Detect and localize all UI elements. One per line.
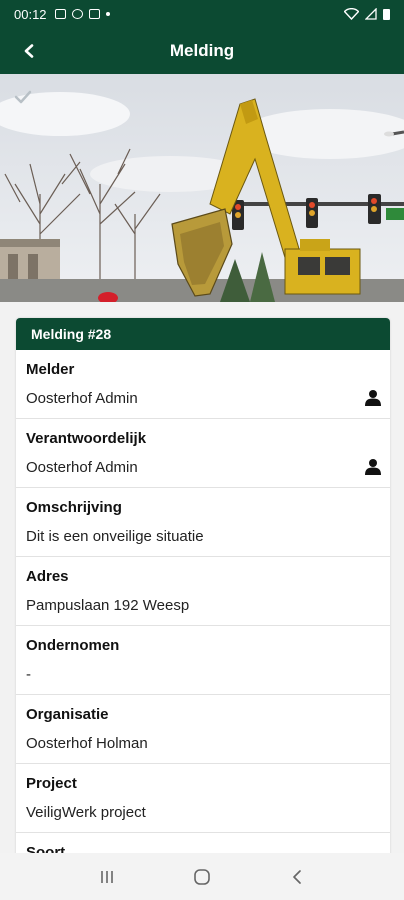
notification-icons [54,9,110,19]
incident-card: Melding #28 Melder Oosterhof Admin Veran… [16,318,390,878]
more-notifications-icon [105,12,110,16]
field-value: Oosterhof Admin [26,390,138,407]
field-label: Organisatie [26,706,109,723]
page-title: Melding [169,41,235,60]
field-melder: Melder Oosterhof Admin [16,350,390,419]
recent-apps-icon [101,870,114,883]
arrow-left-icon [24,44,34,58]
incident-photo [0,74,404,302]
app-notification-icon [71,9,83,19]
status-bar: 00:12 [0,0,404,28]
status-time: 00:12 [14,6,47,22]
check-icon[interactable] [14,90,32,104]
system-nav-bar [0,853,404,900]
nav-back-button[interactable] [277,857,317,897]
user-icon[interactable] [364,458,382,476]
excavator-image [0,74,404,302]
field-value: Dit is een onveilige situatie [26,528,204,545]
battery-icon [383,8,390,20]
gallery-notification-icon [88,9,100,19]
home-icon [194,868,210,885]
field-adres: Adres Pampuslaan 192 Weesp [16,557,390,626]
field-label: Ondernomen [26,637,120,654]
field-label: Verantwoordelijk [26,430,147,447]
field-label: Melder [26,361,75,378]
field-label: Omschrijving [26,499,122,516]
recent-apps-button[interactable] [87,857,127,897]
field-value: - [26,666,31,683]
field-value: Oosterhof Holman [26,735,148,752]
app-bar: Melding [0,28,404,74]
field-organisatie: Organisatie Oosterhof Holman [16,695,390,764]
field-omschrijving: Omschrijving Dit is een onveilige situat… [16,488,390,557]
home-button[interactable] [182,857,222,897]
field-label: Adres [26,568,69,585]
system-icons [344,8,390,20]
field-ondernomen: Ondernomen - [16,626,390,695]
wifi-icon [344,8,359,20]
image-notification-icon [54,9,66,19]
user-icon[interactable] [364,389,382,407]
card-title: Melding #28 [16,318,390,350]
field-value: Pampuslaan 192 Weesp [26,597,190,614]
field-project: Project VeiligWerk project [16,764,390,833]
field-label: Project [26,775,77,792]
signal-icon [365,8,377,20]
field-value: VeiligWerk project [26,804,146,821]
back-button[interactable] [14,36,44,66]
back-chevron-icon [292,869,301,884]
field-value: Oosterhof Admin [26,459,138,476]
field-verantwoordelijk: Verantwoordelijk Oosterhof Admin [16,419,390,488]
